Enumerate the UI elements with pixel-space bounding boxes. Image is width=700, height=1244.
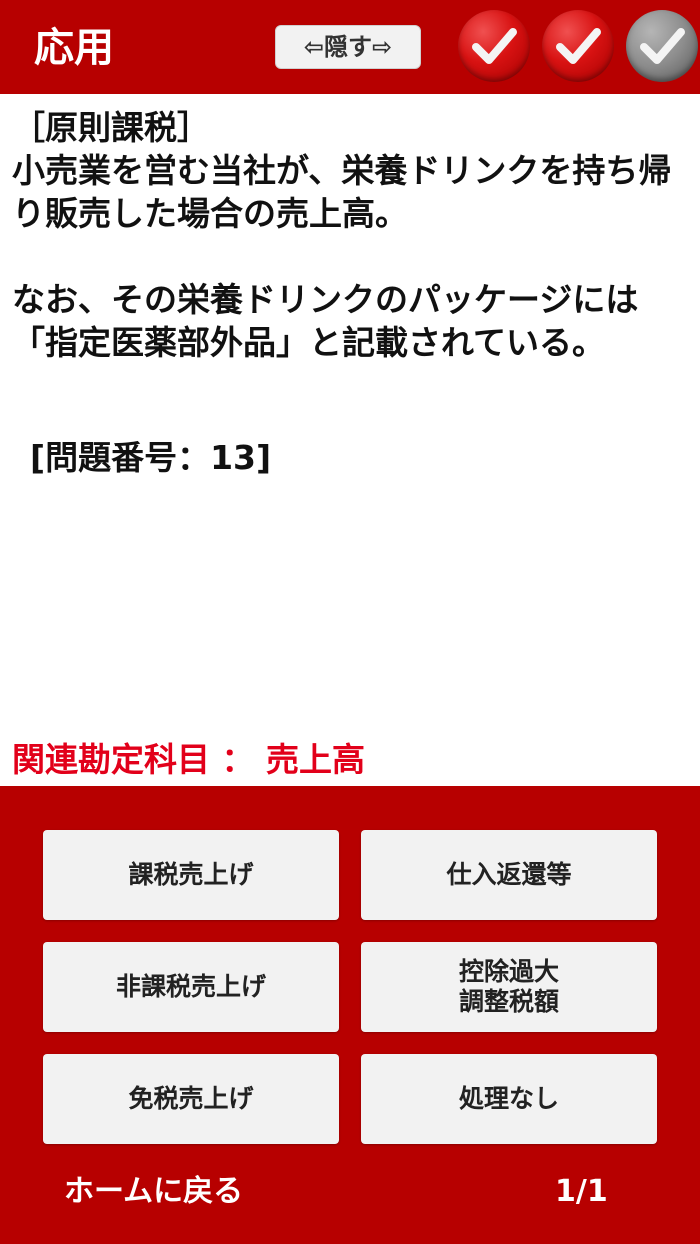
page-title: 応用: [34, 25, 114, 71]
answer-button-exempt-sales[interactable]: 免税売上げ: [43, 1054, 339, 1144]
check-icon[interactable]: [626, 10, 698, 82]
answer-button-nontaxable-sales[interactable]: 非課税売上げ: [43, 942, 339, 1032]
app-screen: 応用 ⇦隠す⇨ ［原則課税］ 小売業を営む当社が、栄養ドリンクを持ち帰り販売した…: [0, 0, 700, 1244]
page-indicator: 1/1: [555, 1174, 608, 1209]
answer-button-excess-deduction[interactable]: 控除過大 調整税額: [361, 942, 657, 1032]
answer-button-taxable-sales[interactable]: 課税売上げ: [43, 830, 339, 920]
question-number: [問題番号：13]: [30, 438, 272, 477]
hide-button[interactable]: ⇦隠す⇨: [275, 25, 421, 69]
check-icon[interactable]: [542, 10, 614, 82]
related-account-label: 関連勘定科目 ： 売上高: [12, 740, 365, 779]
check-icon[interactable]: [458, 10, 530, 82]
question-panel: ［原則課税］ 小売業を営む当社が、栄養ドリンクを持ち帰り販売した場合の売上高。 …: [0, 94, 700, 786]
answer-button-purchase-returns[interactable]: 仕入返還等: [361, 830, 657, 920]
answer-button-no-processing[interactable]: 処理なし: [361, 1054, 657, 1144]
header-bar: 応用 ⇦隠す⇨: [0, 0, 700, 94]
home-link[interactable]: ホームに戻る: [64, 1170, 243, 1214]
question-text: ［原則課税］ 小売業を営む当社が、栄養ドリンクを持ち帰り販売した場合の売上高。 …: [12, 108, 672, 362]
